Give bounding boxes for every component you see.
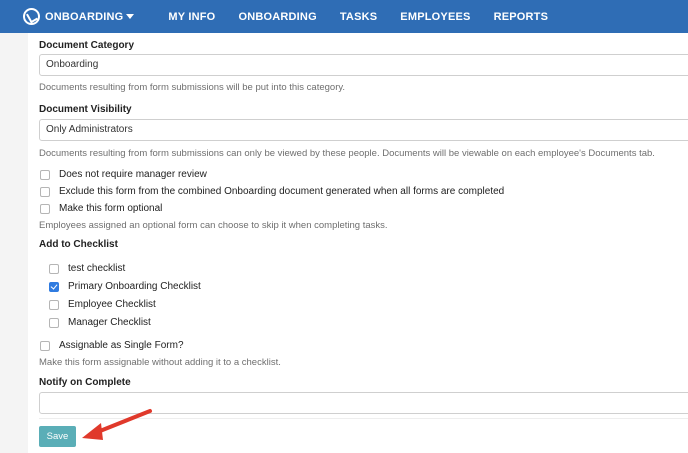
single-form-label: Assignable as Single Form?	[59, 340, 184, 351]
document-category-label: Document Category	[39, 40, 135, 51]
checkbox-no-manager-review[interactable]	[40, 169, 50, 180]
option-label: Make this form optional	[59, 203, 163, 214]
checklist-item-manager[interactable]: Manager Checklist	[49, 317, 151, 328]
checkbox-make-optional[interactable]	[40, 203, 50, 214]
checkbox-exclude-combined[interactable]	[40, 186, 50, 197]
checklist-item-employee[interactable]: Employee Checklist	[49, 299, 156, 310]
nav-tasks[interactable]: TASKS	[340, 11, 377, 23]
checkbox-single-form[interactable]	[40, 340, 50, 351]
option-single-form[interactable]: Assignable as Single Form?	[40, 340, 184, 351]
checkbox-manager-checklist[interactable]	[49, 317, 59, 328]
notify-label: Notify on Complete	[39, 377, 131, 388]
document-visibility-select[interactable]: Only Administrators	[39, 119, 688, 141]
nav-onboarding[interactable]: ONBOARDING	[238, 11, 316, 23]
option-make-optional[interactable]: Make this form optional	[40, 203, 162, 214]
option-exclude-combined[interactable]: Exclude this form from the combined Onbo…	[40, 186, 504, 197]
checklist-item-label: Employee Checklist	[68, 299, 156, 310]
nav-employees[interactable]: EMPLOYEES	[400, 11, 470, 23]
logo-icon	[23, 8, 40, 25]
document-visibility-help: Documents resulting from form submission…	[39, 148, 655, 159]
option-label: Exclude this form from the combined Onbo…	[59, 186, 505, 197]
checkbox-test-checklist[interactable]	[49, 263, 59, 274]
nav-reports[interactable]: REPORTS	[494, 11, 549, 23]
checklist-item-primary[interactable]: Primary Onboarding Checklist	[49, 281, 201, 292]
document-category-help: Documents resulting from form submission…	[39, 82, 346, 93]
checklist-label: Add to Checklist	[39, 239, 118, 250]
checkbox-employee-checklist[interactable]	[49, 299, 59, 310]
nav-my-info[interactable]: MY INFO	[168, 11, 215, 23]
divider	[39, 418, 688, 419]
checklist-item-label: test checklist	[68, 263, 126, 274]
single-form-help: Make this form assignable without adding…	[39, 357, 281, 368]
document-visibility-label: Document Visibility	[39, 104, 132, 115]
chevron-down-icon	[126, 14, 135, 19]
brand-menu[interactable]: ONBOARDING	[23, 0, 135, 33]
save-button[interactable]: Save	[39, 426, 76, 447]
checkbox-primary-onboarding[interactable]	[49, 281, 59, 292]
top-nav-bar: ONBOARDING MY INFO ONBOARDING TASKS EMPL…	[0, 0, 688, 33]
option-no-manager-review[interactable]: Does not require manager review	[40, 169, 207, 180]
main-nav: MY INFO ONBOARDING TASKS EMPLOYEES REPOR…	[168, 11, 571, 23]
side-strip	[0, 33, 28, 453]
option-label: Does not require manager review	[59, 169, 207, 180]
checklist-item-test[interactable]: test checklist	[49, 263, 125, 274]
document-category-select[interactable]: Onboarding	[39, 54, 688, 76]
notify-input[interactable]	[39, 392, 688, 414]
optional-help: Employees assigned an optional form can …	[39, 220, 388, 231]
brand-label: ONBOARDING	[45, 10, 124, 23]
checklist-item-label: Manager Checklist	[68, 317, 151, 328]
checklist-item-label: Primary Onboarding Checklist	[68, 281, 201, 292]
